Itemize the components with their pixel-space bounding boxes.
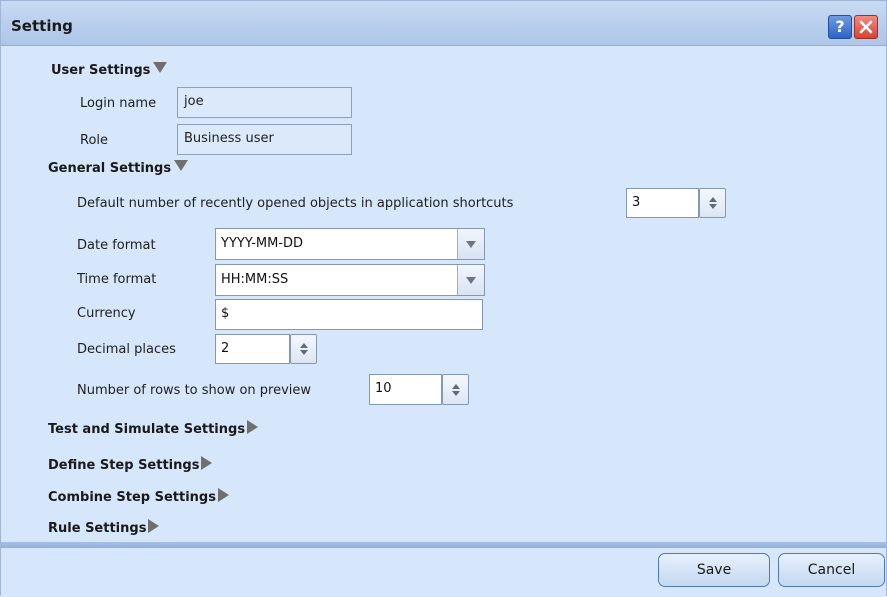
close-button[interactable] [854, 15, 878, 39]
help-icon: ? [835, 17, 845, 36]
decimal-places-label: Decimal places [77, 342, 176, 357]
recent-objects-label: Default number of recently opened object… [77, 196, 514, 211]
spinner-arrows-icon [451, 383, 460, 396]
user-settings-header[interactable]: User Settings [51, 62, 168, 78]
cancel-button[interactable]: Cancel [778, 553, 885, 587]
role-label: Role [80, 133, 109, 148]
recent-objects-input[interactable]: 3 [626, 188, 699, 218]
rule-settings-header[interactable]: Rule Settings [48, 519, 160, 536]
triangle-right-icon [201, 456, 213, 470]
date-format-dropdown-button[interactable] [457, 229, 484, 259]
currency-input[interactable]: $ [215, 299, 483, 330]
preview-rows-input[interactable]: 10 [369, 374, 442, 405]
define-step-settings-label: Define Step Settings [48, 458, 200, 473]
decimal-places-input[interactable]: 2 [215, 334, 290, 364]
rule-settings-label: Rule Settings [48, 521, 147, 536]
combine-step-settings-label: Combine Step Settings [48, 490, 216, 505]
spinner-arrows-icon [708, 197, 717, 209]
time-format-value: HH:MM:SS [221, 272, 289, 287]
title-bar[interactable]: Setting ? [1, 1, 886, 46]
triangle-down-icon [174, 160, 189, 171]
user-settings-label: User Settings [51, 63, 151, 78]
define-step-settings-header[interactable]: Define Step Settings [48, 456, 213, 473]
settings-dialog: Setting ? User Settings Login name joe R… [0, 0, 887, 597]
date-format-value: YYYY-MM-DD [221, 236, 304, 251]
triangle-right-icon [148, 519, 160, 533]
chevron-down-icon [466, 277, 476, 284]
combine-step-settings-header[interactable]: Combine Step Settings [48, 488, 229, 505]
date-format-label: Date format [77, 238, 156, 253]
triangle-down-icon [153, 62, 168, 73]
test-simulate-settings-label: Test and Simulate Settings [48, 422, 246, 437]
time-format-dropdown-button[interactable] [457, 265, 484, 295]
currency-label: Currency [77, 306, 136, 321]
login-name-field: joe [177, 87, 352, 118]
decimal-places-spinner[interactable] [290, 334, 317, 364]
spinner-arrows-icon [299, 343, 308, 355]
dialog-title: Setting [11, 17, 73, 35]
date-format-select[interactable]: YYYY-MM-DD [215, 228, 485, 260]
general-settings-label: General Settings [48, 161, 172, 176]
save-button[interactable]: Save [658, 553, 770, 587]
triangle-right-icon [247, 420, 259, 434]
close-icon [859, 20, 873, 34]
general-settings-header[interactable]: General Settings [48, 160, 189, 176]
role-field: Business user [177, 124, 352, 155]
chevron-down-icon [466, 241, 476, 248]
dialog-footer: Save Cancel [1, 548, 886, 597]
preview-rows-label: Number of rows to show on preview [77, 383, 312, 398]
preview-rows-spinner[interactable] [442, 374, 469, 405]
time-format-label: Time format [77, 272, 157, 287]
login-name-label: Login name [80, 96, 157, 111]
recent-objects-spinner[interactable] [699, 188, 726, 218]
time-format-select[interactable]: HH:MM:SS [215, 264, 485, 296]
test-simulate-settings-header[interactable]: Test and Simulate Settings [48, 420, 259, 437]
help-button[interactable]: ? [828, 15, 852, 39]
triangle-right-icon [217, 488, 229, 502]
